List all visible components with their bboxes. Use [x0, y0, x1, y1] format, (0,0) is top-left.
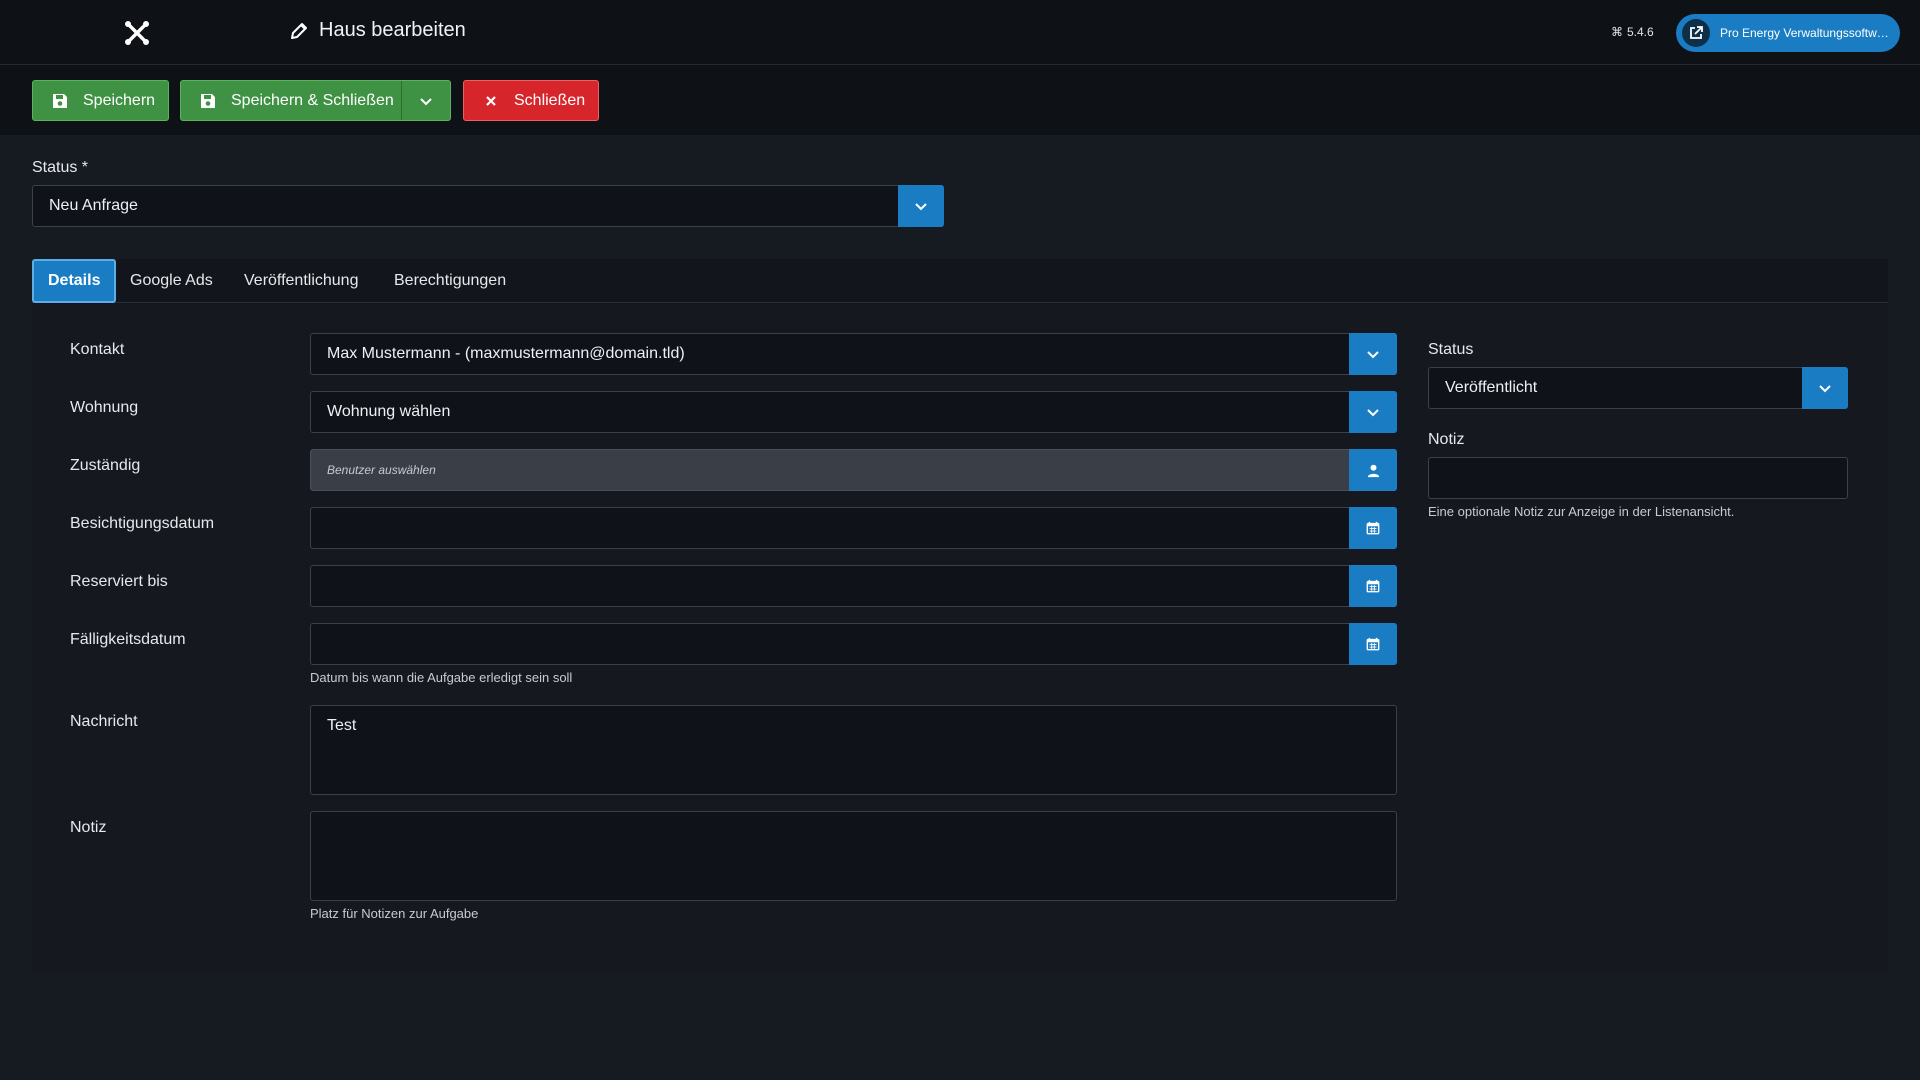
select-user-button[interactable]	[1349, 449, 1397, 491]
save-button[interactable]: Speichern	[32, 80, 169, 121]
calendar-icon	[1366, 637, 1380, 651]
page-title-text: Haus bearbeiten	[319, 19, 466, 41]
floppy-icon	[53, 93, 67, 108]
chevron-down-icon	[915, 203, 927, 211]
reserved-until-picker-button[interactable]	[1349, 565, 1397, 607]
contact-select-value: Max Mustermann - (maxmustermann@domain.t…	[327, 345, 685, 362]
apartment-select[interactable]: Wohnung wählen	[310, 391, 1397, 433]
viewing-date-label: Besichtigungsdatum	[70, 515, 215, 532]
sidebar-note-input[interactable]	[1428, 457, 1848, 499]
publish-status-label: Status	[1428, 341, 1474, 358]
save-close-button-label: Speichern & Schließen	[231, 91, 394, 109]
status-label: Status *	[32, 159, 89, 176]
details-content: Kontakt Max Mustermann - (maxmustermann@…	[32, 304, 1888, 971]
assignee-label: Zuständig	[70, 457, 141, 474]
calendar-icon	[1366, 521, 1380, 535]
chevron-down-icon	[1819, 385, 1831, 393]
joomla-logo-icon[interactable]	[124, 20, 150, 46]
tab-permissions[interactable]: Berechtigungen	[394, 259, 506, 303]
tab-publishing[interactable]: Veröffentlichung	[244, 259, 358, 303]
due-date-hint: Datum bis wann die Aufgabe erledigt sein…	[310, 670, 573, 685]
close-button-label: Schließen	[514, 91, 586, 109]
apartment-select-toggle[interactable]	[1349, 391, 1397, 433]
chevron-down-icon	[1367, 351, 1379, 359]
joomla-small-icon: ⌘	[1611, 25, 1623, 39]
version-badge: ⌘ 5.4.6	[1611, 25, 1654, 39]
user-icon	[1367, 464, 1379, 477]
publish-status-select[interactable]: Veröffentlicht	[1428, 367, 1848, 409]
page-footer-area	[0, 1022, 1920, 1080]
note-hint: Platz für Notizen zur Aufgabe	[310, 906, 479, 921]
publish-status-toggle[interactable]	[1802, 367, 1848, 409]
sidebar-note-label: Notiz	[1428, 431, 1465, 448]
toolbar: Speichern Speichern & Schließen Schließe…	[0, 65, 1920, 135]
reserved-until-label: Reserviert bis	[70, 573, 168, 590]
assignee-field[interactable]: Benutzer auswählen	[310, 449, 1397, 491]
due-date-picker-button[interactable]	[1349, 623, 1397, 665]
close-button[interactable]: Schließen	[463, 80, 599, 121]
assignee-placeholder: Benutzer auswählen	[327, 463, 436, 477]
apartment-label: Wohnung	[70, 399, 139, 416]
viewing-date-picker-button[interactable]	[1349, 507, 1397, 549]
tab-panel: Details Google Ads Veröffentlichung Bere…	[32, 259, 1888, 971]
reserved-until-input[interactable]	[310, 565, 1397, 607]
close-icon	[486, 95, 496, 106]
message-textarea[interactable]: Test	[310, 705, 1397, 795]
pencil-icon	[291, 22, 307, 39]
due-date-input[interactable]	[310, 623, 1397, 665]
status-select-value: Neu Anfrage	[49, 197, 138, 214]
publish-status-value: Veröffentlicht	[1445, 379, 1538, 396]
sidebar-note-hint: Eine optionale Notiz zur Anzeige in der …	[1428, 504, 1735, 519]
note-label: Notiz	[70, 819, 107, 836]
external-link-icon	[1682, 19, 1710, 47]
version-text: 5.4.6	[1627, 25, 1654, 39]
tab-google-ads[interactable]: Google Ads	[130, 259, 213, 303]
message-label: Nachricht	[70, 713, 138, 730]
save-options-dropdown[interactable]	[401, 81, 450, 120]
contact-label: Kontakt	[70, 341, 125, 358]
note-textarea[interactable]	[310, 811, 1397, 901]
save-button-label: Speichern	[83, 91, 156, 109]
site-link-button[interactable]: Pro Energy Verwaltungssoftwa...	[1676, 14, 1900, 52]
chevron-down-icon	[420, 97, 432, 105]
apartment-select-value: Wohnung wählen	[327, 403, 451, 420]
contact-select[interactable]: Max Mustermann - (maxmustermann@domain.t…	[310, 333, 1397, 375]
floppy-icon	[201, 93, 215, 108]
save-close-button[interactable]: Speichern & Schließen	[180, 80, 451, 121]
status-select[interactable]: Neu Anfrage	[32, 185, 944, 227]
chevron-down-icon	[1367, 409, 1379, 417]
site-link-label: Pro Energy Verwaltungssoftwa...	[1720, 26, 1892, 40]
app-header: Haus bearbeiten ⌘ 5.4.6 Pro Energy Verwa…	[0, 0, 1920, 65]
due-date-label: Fälligkeitsdatum	[70, 631, 186, 648]
tab-bar: Details Google Ads Veröffentlichung Bere…	[32, 259, 1888, 303]
calendar-icon	[1366, 579, 1380, 593]
tab-details[interactable]: Details	[32, 259, 117, 303]
page-title: Haus bearbeiten	[289, 19, 466, 42]
contact-select-toggle[interactable]	[1349, 333, 1397, 375]
viewing-date-input[interactable]	[310, 507, 1397, 549]
status-select-toggle[interactable]	[898, 185, 944, 227]
